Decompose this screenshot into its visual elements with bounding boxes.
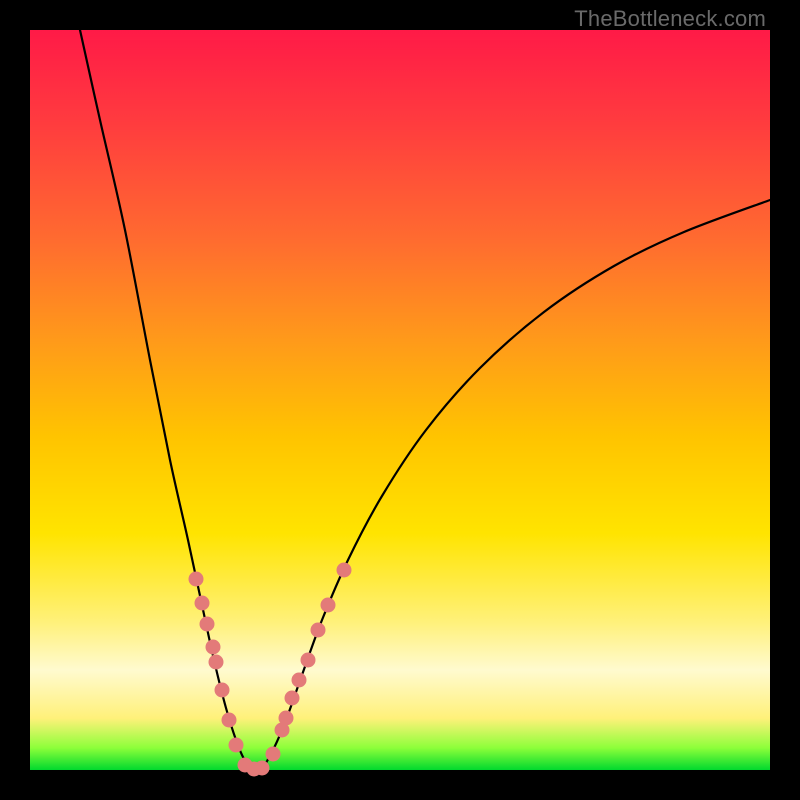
data-marker <box>195 596 210 611</box>
data-marker <box>255 761 270 776</box>
chart-svg <box>30 30 770 770</box>
watermark-text: TheBottleneck.com <box>574 6 766 32</box>
plot-area <box>30 30 770 770</box>
data-marker <box>279 711 294 726</box>
data-marker <box>209 655 224 670</box>
data-marker <box>285 691 300 706</box>
data-marker <box>189 572 204 587</box>
data-marker <box>311 623 326 638</box>
curve-right <box>262 200 770 770</box>
data-marker <box>222 713 237 728</box>
data-marker <box>200 617 215 632</box>
markers-left <box>189 572 262 777</box>
data-marker <box>292 673 307 688</box>
data-marker <box>229 738 244 753</box>
curve-left <box>80 30 252 770</box>
data-marker <box>215 683 230 698</box>
chart-frame: TheBottleneck.com <box>0 0 800 800</box>
data-marker <box>337 563 352 578</box>
data-marker <box>321 598 336 613</box>
data-marker <box>301 653 316 668</box>
data-marker <box>206 640 221 655</box>
data-marker <box>266 747 281 762</box>
